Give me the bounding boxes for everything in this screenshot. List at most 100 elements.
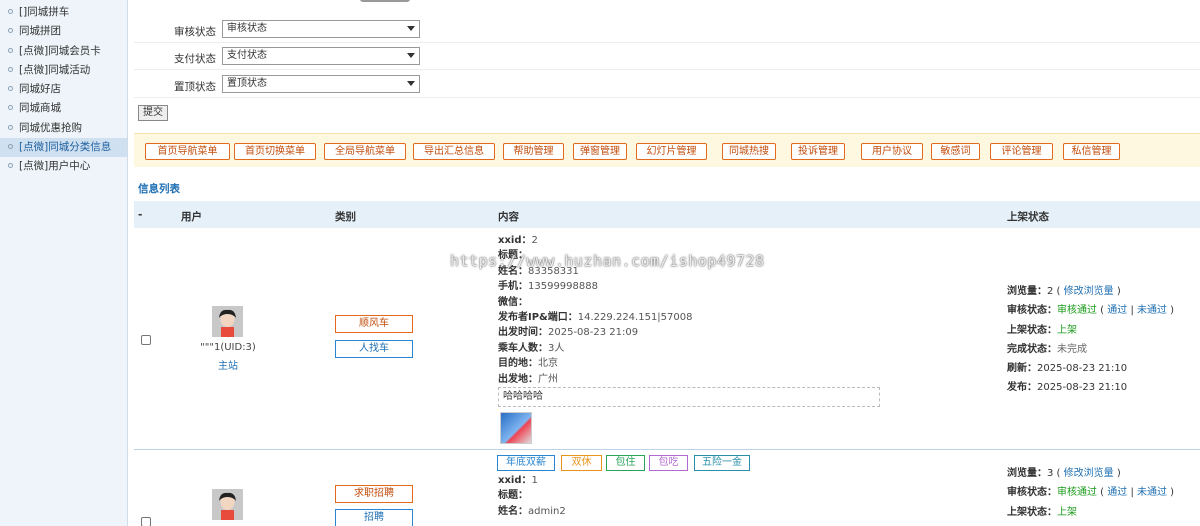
audit-label: 审核状态： [1007, 305, 1057, 317]
sidebar-item-label: []同城拼车 [19, 6, 70, 18]
sidebar-item-label: 同城好店 [19, 83, 61, 96]
select-column-header: - [138, 209, 143, 221]
shelf-value: 上架 [1057, 506, 1077, 518]
sidebar-item[interactable]: []同城拼车 [0, 3, 127, 22]
filter-label: 审核状态 [174, 26, 216, 38]
content-line: 出发时间：2025-08-23 21:09 [498, 325, 692, 340]
row-status: 浏览量：3 ( 修改浏览量 ) 审核状态：审核通过 ( 通过 | 未通过 ) 上… [1007, 468, 1175, 518]
content-column-header: 内容 [498, 211, 519, 223]
toolbar-button[interactable]: 导出汇总信息 [413, 143, 495, 160]
sidebar-item[interactable]: [点微]用户中心 [0, 157, 127, 176]
toolbar-button[interactable]: 幻灯片管理 [636, 143, 707, 160]
row-checkbox[interactable] [141, 335, 151, 345]
table-header: - 用户 类别 内容 上架状态 [134, 201, 1200, 228]
sidebar-item-label: [点微]同城会员卡 [19, 44, 101, 57]
content-value: admin2 [528, 505, 566, 517]
sidebar-item[interactable]: 同城优惠抢购 [0, 119, 127, 138]
toolbar-button[interactable]: 全局导航菜单 [324, 143, 406, 160]
top-button[interactable] [360, 0, 410, 2]
content-line: 出发地：广州 [498, 372, 692, 387]
sidebar: []同城拼车同城拼团 [点微]同城会员卡 [点微]同城活动 同城好店同城商城同城优惠抢… [0, 0, 128, 526]
section-title: 信息列表 [138, 183, 180, 195]
row-status: 浏览量：2 ( 修改浏览量 ) 审核状态：审核通过 ( 通过 | 未通过 ) 上… [1007, 286, 1175, 394]
content-key: xxid： [498, 235, 532, 246]
content-line: 标题： [498, 488, 566, 503]
content-key: 姓名： [498, 505, 528, 517]
toolbar-button[interactable]: 评论管理 [990, 143, 1053, 160]
content-line: xxid：1 [498, 473, 566, 488]
admin-toolbar: 首页导航菜单 首页切换菜单 全局导航菜单 导出汇总信息 帮助管理 弹窗管理 幻灯片管理 同城热… [134, 133, 1200, 167]
job-tag: 包住 [606, 455, 645, 471]
reject-link[interactable]: 未通过 [1137, 305, 1167, 316]
bullet-icon [8, 47, 13, 53]
sidebar-item[interactable]: 同城好店 [0, 80, 127, 99]
sidebar-item-label: [点微]用户中心 [19, 160, 91, 173]
description-box: 哈哈哈哈 [498, 387, 880, 407]
category-button-ride[interactable]: 顺风车 [335, 315, 413, 333]
toolbar-button[interactable]: 敏感词 [931, 143, 980, 160]
views-label: 浏览量： [1007, 286, 1047, 297]
submit-button[interactable]: 提交 [138, 105, 168, 121]
toolbar-button[interactable]: 弹窗管理 [573, 143, 627, 160]
content-line: 手机：13599998888 [498, 279, 692, 294]
bullet-icon [8, 28, 13, 34]
bullet-icon [8, 9, 13, 14]
user-site-link[interactable]: 主站 [186, 357, 270, 372]
category-button-sub[interactable]: 招聘 [335, 509, 413, 526]
category-button-job[interactable]: 求职招聘 [335, 485, 413, 503]
content-line: 乘车人数：3人 [498, 341, 692, 356]
toolbar-button[interactable]: 同城热搜 [722, 143, 776, 160]
toolbar-button[interactable]: 帮助管理 [503, 143, 564, 160]
content-value: 14.229.224.151|57008 [577, 312, 693, 324]
chevron-down-icon [407, 53, 415, 58]
sidebar-item[interactable]: [点微]同城会员卡 [0, 42, 127, 61]
top-status-select[interactable]: 置顶状态 [222, 75, 420, 93]
sidebar-item-label: 同城优惠抢购 [19, 121, 82, 134]
shelf-label: 上架状态： [1007, 506, 1057, 518]
avatar [212, 489, 243, 520]
chevron-down-icon [407, 26, 415, 31]
toolbar-button[interactable]: 投诉管理 [791, 143, 845, 160]
publish-label: 发布： [1007, 382, 1037, 394]
content-key: 发布者IP&端口： [498, 312, 578, 324]
audit-status-select[interactable]: 审核状态 [222, 20, 420, 38]
category-button-sub[interactable]: 人找车 [335, 340, 413, 358]
sidebar-item[interactable]: 同城拼团 [0, 22, 127, 41]
filter-label: 支付状态 [174, 53, 216, 65]
row-checkbox[interactable] [141, 517, 151, 526]
select-value: 审核状态 [227, 23, 267, 34]
audit-label: 审核状态： [1007, 487, 1057, 499]
sidebar-item[interactable]: 同城商城 [0, 99, 127, 118]
content-line: 发布者IP&端口：14.229.224.151|57008 [498, 310, 692, 325]
filter-row-top: 置顶状态 置顶状态 [134, 71, 1200, 98]
approve-link[interactable]: 通过 [1107, 305, 1127, 316]
watermark-text: https://www.huzhan.com/ishop49728 [450, 252, 765, 270]
toolbar-button[interactable]: 首页导航菜单 [145, 143, 230, 160]
content-value: 北京 [538, 358, 558, 370]
reject-link[interactable]: 未通过 [1137, 487, 1167, 498]
toolbar-button[interactable]: 用户协议 [861, 143, 923, 160]
pay-status-select[interactable]: 支付状态 [222, 47, 420, 65]
bullet-icon [8, 163, 13, 169]
sidebar-item[interactable]: [点微]同城活动 [0, 61, 127, 80]
content-value: 2 [531, 235, 538, 246]
sidebar-item-label: [点微]同城活动 [19, 63, 91, 76]
content-key: 目的地： [498, 358, 538, 370]
thumbnail-image[interactable] [500, 412, 532, 444]
approve-link[interactable]: 通过 [1107, 487, 1127, 498]
edit-views-link[interactable]: 修改浏览量 [1064, 286, 1114, 297]
views-label: 浏览量： [1007, 468, 1047, 479]
audit-value: 审核通过 [1057, 487, 1097, 499]
filter-row-audit: 审核状态 审核状态 [134, 16, 1200, 43]
bullet-icon [8, 66, 13, 72]
sidebar-item[interactable]: [点微]同城分类信息 [0, 138, 127, 158]
job-tag: 双休 [561, 455, 602, 471]
toolbar-button[interactable]: 私信管理 [1063, 143, 1120, 160]
edit-views-link[interactable]: 修改浏览量 [1064, 468, 1114, 479]
filter-label: 置顶状态 [174, 81, 216, 93]
content-value: 2025-08-23 21:09 [548, 327, 639, 339]
select-value: 支付状态 [227, 50, 267, 61]
select-value: 置顶状态 [227, 78, 267, 89]
toolbar-button[interactable]: 首页切换菜单 [234, 143, 316, 160]
filter-row-pay: 支付状态 支付状态 [134, 43, 1200, 70]
